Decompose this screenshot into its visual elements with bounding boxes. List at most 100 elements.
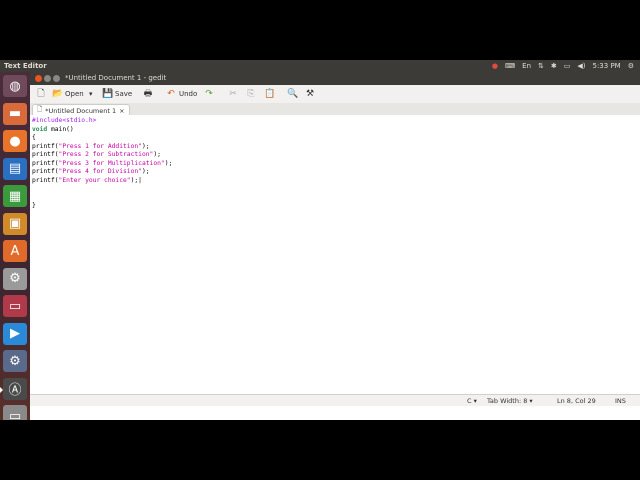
- save-button[interactable]: 💾 Save: [102, 89, 132, 99]
- new-button[interactable]: 🗋: [36, 89, 46, 99]
- panel-indicator[interactable]: ▭: [564, 61, 571, 71]
- tab-width-selector[interactable]: Tab Width: 8 ▾: [487, 397, 533, 405]
- code-token: );: [141, 142, 150, 150]
- panel-indicator[interactable]: ◀): [577, 61, 585, 71]
- search-icon: 🔍: [287, 89, 299, 99]
- gedit-window: *Untitled Document 1 - gedit 🗋 📂 Open ▾ …: [30, 72, 640, 420]
- firefox-icon[interactable]: ●: [3, 130, 27, 152]
- code-token: #include<stdio.h>: [32, 117, 97, 124]
- save-icon: 💾: [102, 89, 114, 99]
- status-bar: C ▾ Tab Width: 8 ▾ Ln 8, Col 29 INS: [30, 394, 640, 406]
- replace-icon: ⚒: [305, 89, 315, 99]
- window-titlebar[interactable]: *Untitled Document 1 - gedit: [30, 72, 640, 85]
- code-token: "Enter your choice": [58, 176, 131, 184]
- find-button[interactable]: 🔍: [287, 89, 299, 99]
- printer-icon: 🖶: [143, 89, 153, 99]
- impress-icon[interactable]: ▣: [3, 212, 27, 235]
- open-recent-dropdown[interactable]: ▾: [89, 89, 93, 99]
- panel-indicator[interactable]: 5:33 PM: [593, 61, 621, 71]
- code-token: "Press 3 for Multiplication": [58, 159, 165, 167]
- redo-button[interactable]: ↷: [204, 89, 214, 99]
- trash-icon[interactable]: ▭: [3, 405, 27, 420]
- print-button[interactable]: 🖶: [143, 89, 153, 99]
- code-line: printf("Enter your choice");|: [32, 177, 172, 186]
- launcher: ◍ ▬ ● ▤ ▦ ▣ A ⚙ ▭ ▶ ⚙ Ⓐ ▭: [0, 72, 30, 420]
- code-token: "Press 4 for Division": [58, 168, 142, 175]
- code-token: }: [32, 202, 36, 209]
- scissors-icon: ✂: [229, 89, 237, 99]
- language-selector[interactable]: C ▾: [467, 397, 477, 405]
- code-token: {: [32, 134, 36, 141]
- active-app-title: Text Editor: [4, 62, 47, 70]
- toolbar: 🗋 📂 Open ▾ 💾 Save 🖶 ↶ Undo ↷ ✂ ⎘ 📋 🔍 ⚒: [30, 85, 640, 104]
- text-editor-area[interactable]: #include<stdio.h> void main(){printf("Pre…: [30, 115, 640, 394]
- open-label: Open: [65, 90, 84, 98]
- code-line: printf("Press 1 for Addition");: [32, 143, 172, 152]
- copy-button[interactable]: ⎘: [246, 89, 256, 99]
- code-token: );: [153, 151, 161, 158]
- chevron-down-icon: ▾: [89, 90, 93, 98]
- indicator-area: ● ⌨ En ⇅ ✱ ▭ ◀) 5:33 PM ⚙: [492, 61, 634, 71]
- tab-label: *Untitled Document 1: [45, 106, 117, 115]
- software-center-icon[interactable]: A: [3, 240, 27, 262]
- panel-indicator[interactable]: En: [522, 61, 531, 71]
- code-token: );: [141, 168, 150, 175]
- undo-icon: ↶: [167, 89, 175, 99]
- code-token: "Press 1 for Addition": [58, 142, 142, 150]
- undo-label: Undo: [179, 90, 198, 98]
- clipboard-icon: 📋: [264, 89, 276, 99]
- code-token: printf(: [32, 151, 59, 158]
- code-line: printf("Press 2 for Subtraction");: [32, 151, 172, 160]
- undo-button[interactable]: ↶ Undo: [166, 89, 197, 99]
- new-document-icon: 🗋: [37, 89, 45, 99]
- code-token: printf(: [32, 159, 59, 167]
- copy-icon: ⎘: [247, 89, 255, 99]
- code-token: );: [164, 159, 173, 167]
- panel-indicator[interactable]: ⚙: [628, 61, 634, 71]
- paste-button[interactable]: 📋: [264, 89, 276, 99]
- close-tab-icon[interactable]: ×: [119, 107, 124, 115]
- code-line: #include<stdio.h>: [32, 117, 172, 126]
- dash-icon[interactable]: ◍: [3, 75, 27, 97]
- code-token: printf(: [32, 142, 59, 150]
- code-token: main(): [47, 125, 74, 133]
- code-token: printf(: [32, 168, 59, 175]
- media-icon[interactable]: ▭: [3, 295, 27, 317]
- minimize-window-button[interactable]: [44, 75, 51, 82]
- code-line: }: [32, 202, 172, 211]
- gedit-icon[interactable]: Ⓐ: [0, 377, 27, 400]
- panel-indicator[interactable]: ●: [492, 61, 498, 71]
- save-label: Save: [115, 90, 133, 98]
- desktop-screen: Text Editor ● ⌨ En ⇅ ✱ ▭ ◀) 5:33 PM ⚙ ◍ ▬ ● ▤ ▦ ▣ A ⚙ ▭ ▶…: [0, 60, 640, 420]
- writer-icon[interactable]: ▤: [3, 157, 27, 180]
- panel-indicator[interactable]: ⇅: [538, 61, 544, 71]
- code-token: "Press 2 for Subtraction": [58, 151, 154, 158]
- code-token: printf(: [32, 176, 59, 184]
- replace-button[interactable]: ⚒: [305, 89, 315, 99]
- cut-button[interactable]: ✂: [228, 89, 238, 99]
- folder-open-icon: 📂: [52, 89, 64, 99]
- insert-mode: INS: [615, 397, 626, 405]
- code-token: );|: [130, 176, 142, 184]
- code-line: printf("Press 3 for Multiplication");: [32, 160, 172, 169]
- code-token: void: [32, 125, 48, 133]
- files-icon[interactable]: ▬: [3, 102, 27, 125]
- redo-icon: ↷: [205, 89, 213, 99]
- panel-indicator[interactable]: ✱: [551, 61, 557, 71]
- installer-icon[interactable]: ⚙: [3, 350, 27, 372]
- code-content[interactable]: #include<stdio.h> void main(){printf("Pre…: [32, 117, 172, 211]
- code-line: void main(): [32, 126, 172, 135]
- player-icon[interactable]: ▶: [3, 322, 27, 345]
- top-panel: Text Editor ● ⌨ En ⇅ ✱ ▭ ◀) 5:33 PM ⚙: [0, 60, 640, 72]
- calc-icon[interactable]: ▦: [3, 185, 27, 207]
- window-title: *Untitled Document 1 - gedit: [65, 74, 167, 82]
- cursor-position: Ln 8, Col 29: [557, 397, 596, 405]
- panel-indicator[interactable]: ⌨: [505, 61, 515, 71]
- code-line: printf("Press 4 for Division");: [32, 168, 172, 177]
- open-button[interactable]: 📂 Open: [52, 89, 84, 99]
- settings-icon[interactable]: ⚙: [3, 267, 27, 290]
- close-window-button[interactable]: [35, 75, 42, 82]
- maximize-window-button[interactable]: [53, 75, 60, 82]
